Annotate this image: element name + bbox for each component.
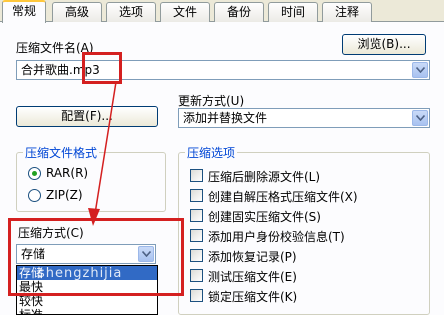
tab-time[interactable]: 时间 bbox=[268, 2, 318, 22]
tab-files[interactable]: 文件 bbox=[160, 2, 210, 22]
test-archive-checkbox[interactable] bbox=[190, 269, 203, 282]
archive-options-title: 压缩选项 bbox=[185, 144, 238, 161]
update-mode-label: 更新方式(U) bbox=[178, 94, 245, 108]
tab-options[interactable]: 选项 bbox=[106, 2, 156, 22]
tab-comment[interactable]: 注释 bbox=[322, 2, 372, 22]
solid-checkbox[interactable] bbox=[190, 209, 203, 222]
recovery-record-checkbox[interactable] bbox=[190, 249, 203, 262]
tab-strip: 常规 高级 选项 文件 备份 时间 注释 bbox=[0, 0, 444, 23]
zip-radio-label: ZIP(Z) bbox=[46, 188, 83, 202]
radio-selected-dot bbox=[32, 171, 37, 176]
dropdown-option-fast[interactable]: 较快 bbox=[17, 294, 157, 308]
test-archive-label: 测试压缩文件(E) bbox=[208, 270, 297, 284]
authenticity-checkbox[interactable] bbox=[190, 229, 203, 242]
zip-radio[interactable] bbox=[28, 189, 41, 202]
lock-archive-checkbox[interactable] bbox=[190, 289, 203, 302]
delete-after-checkbox[interactable] bbox=[190, 169, 203, 182]
archive-name-combobox[interactable]: 合并歌曲.mp3 bbox=[16, 60, 430, 80]
chevron-down-icon[interactable] bbox=[412, 110, 428, 126]
chevron-down-icon[interactable] bbox=[412, 62, 428, 78]
browse-button[interactable]: 浏览(B)... bbox=[342, 34, 426, 55]
lock-archive-label: 锁定压缩文件(K) bbox=[208, 290, 298, 304]
general-panel: 压缩文件名(A) 浏览(B)... 合并歌曲.mp3 配置(F)... 更新方式… bbox=[0, 22, 444, 315]
update-mode-value: 添加并替换文件 bbox=[183, 111, 268, 125]
update-mode-select[interactable]: 添加并替换文件 bbox=[178, 108, 430, 128]
tab-advanced[interactable]: 高级 bbox=[52, 2, 102, 22]
dropdown-option-normal[interactable]: 标准 bbox=[17, 308, 157, 314]
tab-general[interactable]: 常规 bbox=[2, 0, 46, 23]
tab-backup[interactable]: 备份 bbox=[214, 2, 264, 22]
sfx-label: 创建自解压格式压缩文件(X) bbox=[208, 190, 358, 204]
recovery-record-label: 添加恢复记录(P) bbox=[208, 250, 297, 264]
red-arrow-icon bbox=[88, 81, 117, 226]
sfx-checkbox[interactable] bbox=[190, 189, 203, 202]
authenticity-label: 添加用户身份校验信息(T) bbox=[208, 230, 345, 244]
delete-after-label: 压缩后删除源文件(L) bbox=[208, 170, 321, 184]
rar-radio[interactable] bbox=[28, 167, 41, 180]
solid-label: 创建固实压缩文件(S) bbox=[208, 210, 321, 224]
